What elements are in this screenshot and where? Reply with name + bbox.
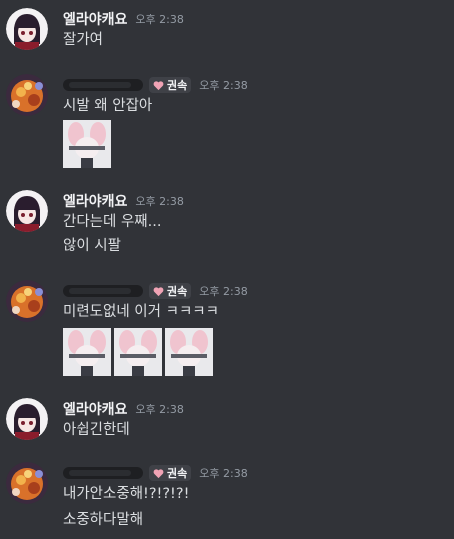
role-badge[interactable]: 권속 — [149, 283, 192, 299]
username[interactable] — [63, 467, 143, 479]
avatar[interactable] — [6, 190, 48, 232]
avatar[interactable] — [6, 74, 48, 116]
timestamp: 오후 2:38 — [199, 79, 248, 92]
heart-icon — [153, 80, 164, 90]
sticker[interactable] — [63, 328, 111, 376]
role-badge[interactable]: 권속 — [149, 77, 192, 93]
timestamp: 오후 2:38 — [135, 195, 184, 208]
message-header: 엘라야캐요 오후 2:38 — [63, 190, 184, 212]
message-header: 엘라야캐요 오후 2:38 — [63, 8, 184, 30]
avatar[interactable] — [6, 280, 48, 322]
anime-character-sticker-icon — [165, 328, 213, 376]
message-text: 소중하다말해 — [63, 512, 144, 528]
message-header: 엘라야캐요 오후 2:38 — [63, 398, 184, 420]
message-text: 잘가여 — [63, 32, 104, 48]
message-header: 권속 오후 2:38 — [63, 74, 248, 96]
username[interactable]: 엘라야캐요 — [63, 399, 127, 419]
anime-girl-avatar-icon — [6, 190, 48, 232]
sticker[interactable] — [63, 120, 111, 168]
anime-character-sticker-icon — [63, 120, 111, 168]
username[interactable]: 엘라야캐요 — [63, 191, 127, 211]
chat-message-list: 엘라야캐요 오후 2:38 잘가여 권속 오후 2:38 시발 왜 안잡아 엘라… — [0, 0, 454, 539]
sticker[interactable] — [165, 328, 213, 376]
heart-icon — [153, 468, 164, 478]
anime-girl-avatar-icon — [6, 398, 48, 440]
role-name: 권속 — [167, 79, 188, 92]
message-text: 않이 시팔 — [63, 238, 121, 254]
message-text: 미련도없네 이거 ㅋㅋㅋㅋ — [63, 304, 219, 320]
anime-character-sticker-icon — [114, 328, 162, 376]
anime-character-sticker-icon — [63, 328, 111, 376]
orange-character-avatar-icon — [6, 74, 48, 116]
timestamp: 오후 2:38 — [199, 285, 248, 298]
heart-icon — [153, 286, 164, 296]
username[interactable] — [63, 285, 143, 297]
message-text: 내가안소중해!?!?!?! — [63, 486, 190, 502]
avatar[interactable] — [6, 8, 48, 50]
timestamp: 오후 2:38 — [199, 467, 248, 480]
message-text: 간다는데 우째... — [63, 214, 162, 230]
username[interactable] — [63, 79, 143, 91]
orange-character-avatar-icon — [6, 462, 48, 504]
orange-character-avatar-icon — [6, 280, 48, 322]
message-text: 시발 왜 안잡아 — [63, 98, 153, 114]
message-header: 권속 오후 2:38 — [63, 280, 248, 302]
username[interactable]: 엘라야캐요 — [63, 9, 127, 29]
avatar[interactable] — [6, 462, 48, 504]
role-name: 권속 — [167, 467, 188, 480]
avatar[interactable] — [6, 398, 48, 440]
anime-girl-avatar-icon — [6, 8, 48, 50]
message-text: 아쉽긴한데 — [63, 422, 130, 438]
timestamp: 오후 2:38 — [135, 403, 184, 416]
message-header: 권속 오후 2:38 — [63, 462, 248, 484]
timestamp: 오후 2:38 — [135, 13, 184, 26]
role-name: 권속 — [167, 285, 188, 298]
sticker[interactable] — [114, 328, 162, 376]
role-badge[interactable]: 권속 — [149, 465, 192, 481]
